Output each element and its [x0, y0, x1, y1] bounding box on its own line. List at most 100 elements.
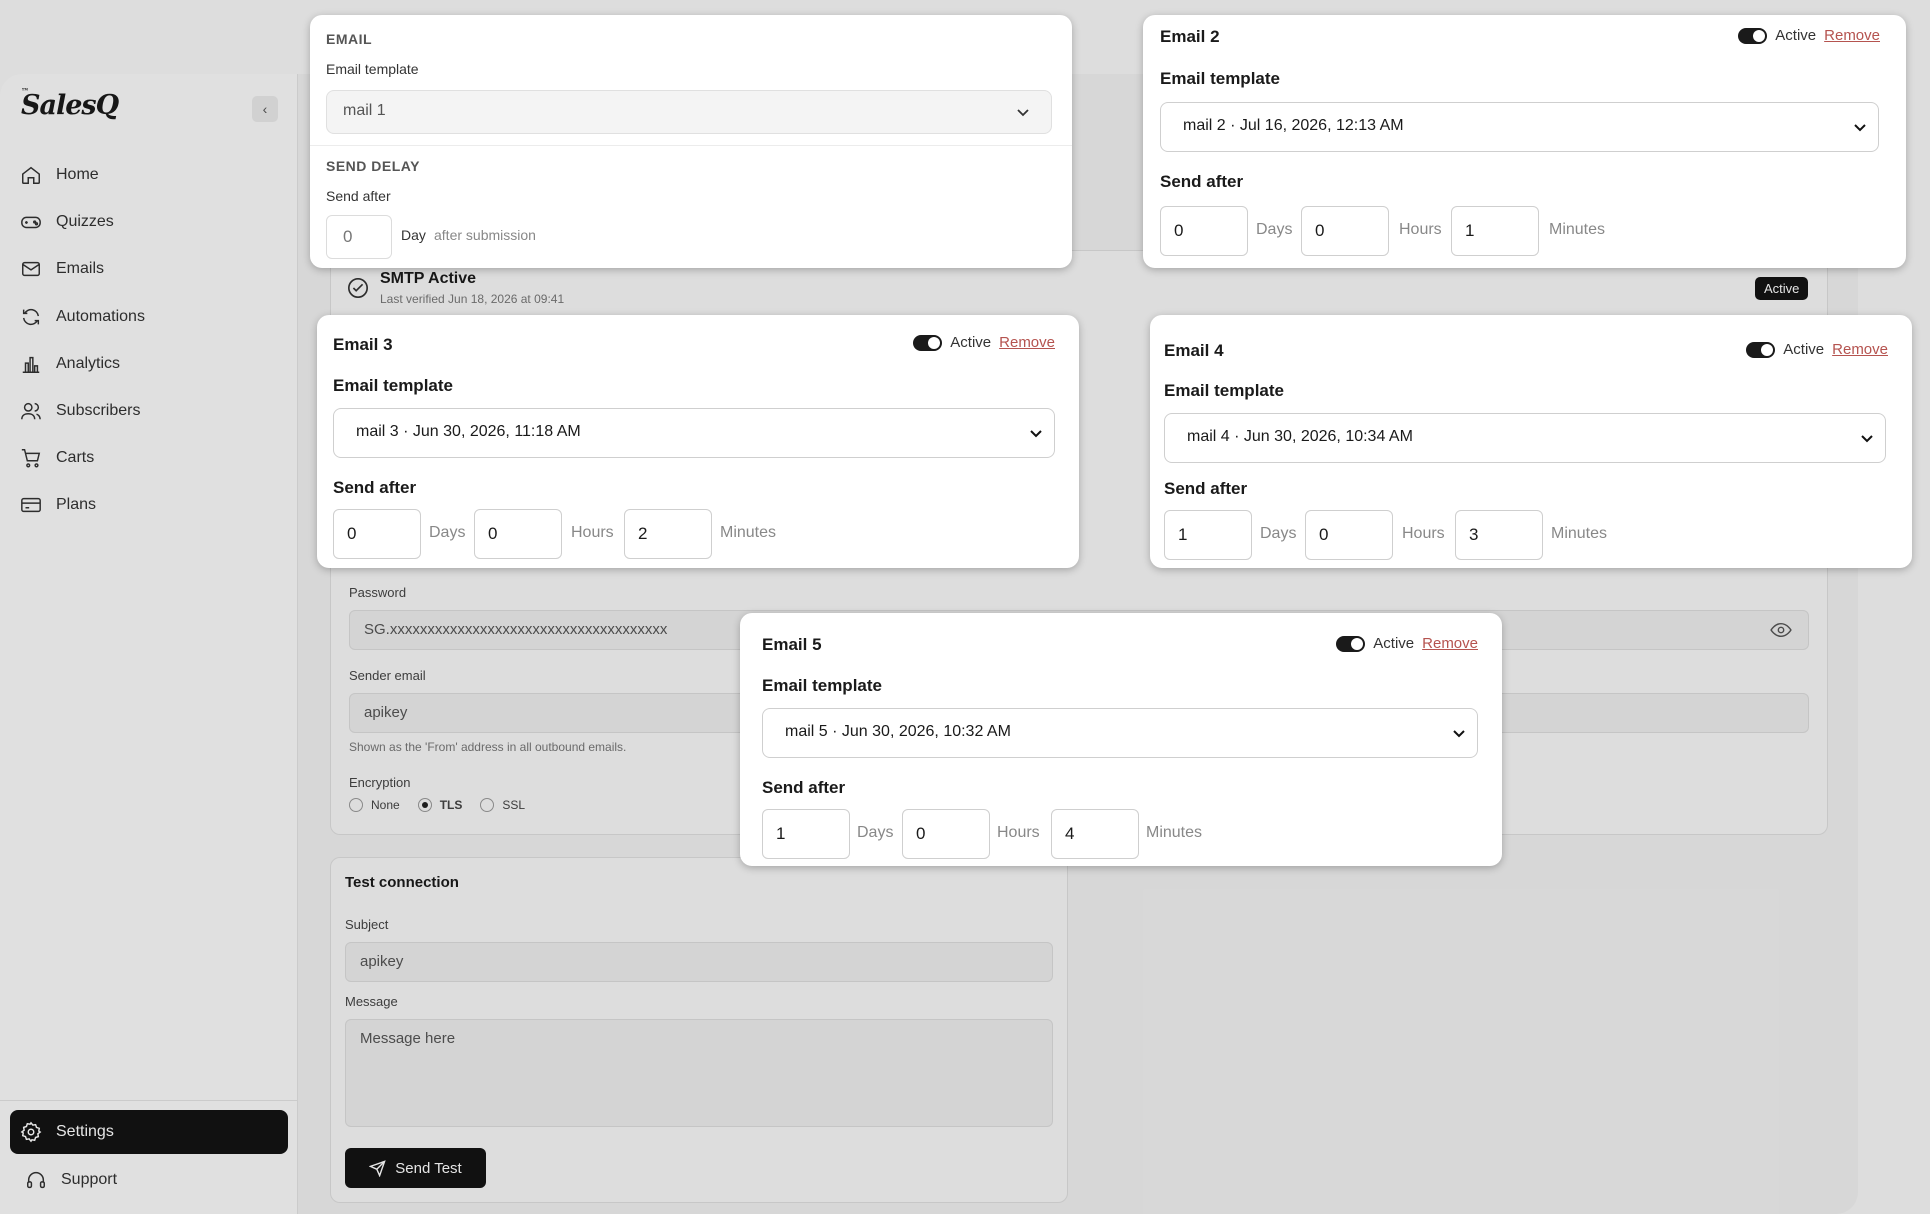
credit-card-icon	[21, 497, 41, 513]
sidebar-item-label: Home	[56, 166, 99, 183]
days-unit: Days	[1260, 525, 1297, 542]
home-icon	[22, 166, 40, 184]
sidebar-item-support[interactable]: Support	[10, 1158, 288, 1202]
subject-field[interactable]: apikey	[345, 942, 1053, 982]
sidebar-item-label: Carts	[56, 449, 95, 466]
send-test-label: Send Test	[395, 1159, 462, 1177]
sidebar-item-home[interactable]: Home	[10, 153, 288, 197]
email-3-title: Email 3	[333, 335, 393, 354]
headset-icon	[27, 1172, 45, 1189]
email-5-status: Active Remove	[1336, 635, 1478, 652]
days-input[interactable]: 0	[1160, 206, 1248, 256]
message-textarea[interactable]: Message here	[345, 1019, 1053, 1127]
gamepad-icon	[21, 216, 41, 229]
sidebar-item-label: Settings	[56, 1123, 114, 1140]
mail-icon	[22, 261, 40, 277]
password-label: Password	[349, 585, 407, 600]
email-5-popup: Email 5 Active Remove Email template mai…	[740, 613, 1502, 866]
sidebar-item-automations[interactable]: Automations	[10, 295, 288, 339]
active-toggle[interactable]	[1746, 341, 1776, 358]
send-test-button[interactable]: Send Test	[345, 1148, 486, 1188]
email-4-status: Active Remove	[1746, 341, 1888, 358]
active-toggle[interactable]	[1738, 27, 1768, 44]
send-after-label: Send after	[1164, 479, 1248, 498]
test-connection-title: Test connection	[345, 874, 459, 891]
minutes-input[interactable]: 3	[1455, 510, 1543, 560]
logo-text: SalesQ	[21, 90, 119, 121]
hours-unit: Hours	[1399, 221, 1442, 238]
minutes-input[interactable]: 1	[1451, 206, 1539, 256]
active-toggle[interactable]	[1336, 635, 1366, 652]
email-template-select[interactable]: mail 4 · Jun 30, 2026, 10:34 AM	[1164, 413, 1886, 463]
email-template-select[interactable]: mail 1	[326, 90, 1052, 134]
chevron-down-icon	[1030, 430, 1042, 438]
minutes-unit: Minutes	[1549, 221, 1606, 238]
minutes-input[interactable]: 2	[624, 509, 712, 559]
eye-icon[interactable]	[1770, 621, 1792, 639]
remove-link[interactable]: Remove	[1832, 341, 1888, 358]
days-input[interactable]: 0	[333, 509, 421, 559]
days-unit: Days	[1256, 221, 1293, 238]
send-after-label: Send after	[1160, 172, 1244, 191]
radio-ssl[interactable]: SSL	[480, 798, 525, 812]
email-2-status: Active Remove	[1738, 27, 1880, 44]
sidebar-item-quizzes[interactable]: Quizzes	[10, 200, 288, 244]
days-input[interactable]: 1	[762, 809, 850, 859]
hours-input[interactable]: 0	[902, 809, 990, 859]
email-template-value: mail 2 · Jul 16, 2026, 12:13 AM	[1183, 117, 1404, 134]
hours-input[interactable]: 0	[1301, 206, 1389, 256]
email-template-select[interactable]: mail 2 · Jul 16, 2026, 12:13 AM	[1160, 102, 1879, 152]
send-after-label: Send after	[762, 778, 846, 797]
chevron-down-icon	[1854, 124, 1866, 132]
email-1-popup: EMAIL Email template mail 1 SEND DELAY S…	[310, 15, 1072, 268]
radio-label: TLS	[439, 798, 463, 812]
send-after-label: Send after	[326, 188, 391, 204]
email-template-select[interactable]: mail 5 · Jun 30, 2026, 10:32 AM	[762, 708, 1478, 758]
cart-icon	[21, 449, 41, 468]
email-template-value: mail 3 · Jun 30, 2026, 11:18 AM	[356, 423, 581, 440]
minutes-input[interactable]: 4	[1051, 809, 1139, 859]
sidebar-item-settings[interactable]: Settings	[10, 1110, 288, 1154]
hours-input[interactable]: 0	[474, 509, 562, 559]
chevron-left-icon: ‹	[262, 101, 268, 117]
sidebar-item-carts[interactable]: Carts	[10, 436, 288, 480]
users-icon	[21, 402, 41, 420]
collapse-sidebar-button[interactable]: ‹	[252, 96, 278, 122]
email-template-label: Email template	[1160, 69, 1280, 88]
day-unit: Day	[401, 227, 426, 243]
sidebar-item-analytics[interactable]: Analytics	[10, 342, 288, 386]
sidebar-item-label: Support	[61, 1171, 118, 1188]
email-template-select[interactable]: mail 3 · Jun 30, 2026, 11:18 AM	[333, 408, 1055, 458]
sidebar-item-subscribers[interactable]: Subscribers	[10, 389, 288, 433]
days-input[interactable]: 0	[326, 215, 392, 259]
send-icon	[369, 1159, 387, 1177]
sender-email-help: Shown as the 'From' address in all outbo…	[349, 740, 627, 754]
bar-chart-icon	[22, 356, 40, 373]
encryption-label: Encryption	[349, 775, 411, 790]
sidebar-item-label: Automations	[56, 308, 145, 325]
radio-label: SSL	[502, 798, 526, 812]
email-2-title: Email 2	[1160, 27, 1220, 46]
email-2-popup: Email 2 Active Remove Email template mai…	[1143, 15, 1906, 268]
chevron-down-icon	[1861, 435, 1873, 443]
remove-link[interactable]: Remove	[1422, 635, 1478, 652]
days-input[interactable]: 1	[1164, 510, 1252, 560]
sidebar-item-emails[interactable]: Emails	[10, 247, 288, 291]
sidebar-item-label: Quizzes	[56, 213, 114, 230]
active-toggle[interactable]	[913, 334, 943, 351]
remove-link[interactable]: Remove	[1824, 27, 1880, 44]
radio-tls[interactable]: TLS	[417, 798, 463, 812]
hours-input[interactable]: 0	[1305, 510, 1393, 560]
email-template-value: mail 1	[343, 102, 386, 119]
minutes-unit: Minutes	[1146, 824, 1203, 841]
hours-unit: Hours	[1402, 525, 1445, 542]
remove-link[interactable]: Remove	[999, 334, 1055, 351]
radio-none[interactable]: None	[349, 798, 400, 812]
sidebar-item-plans[interactable]: Plans	[10, 483, 288, 527]
email-template-label: Email template	[762, 676, 882, 695]
radio-circle	[417, 798, 432, 812]
email-4-title: Email 4	[1164, 341, 1224, 360]
sidebar-divider	[0, 1100, 298, 1101]
active-label: Active	[1373, 635, 1415, 652]
active-label: Active	[950, 334, 992, 351]
